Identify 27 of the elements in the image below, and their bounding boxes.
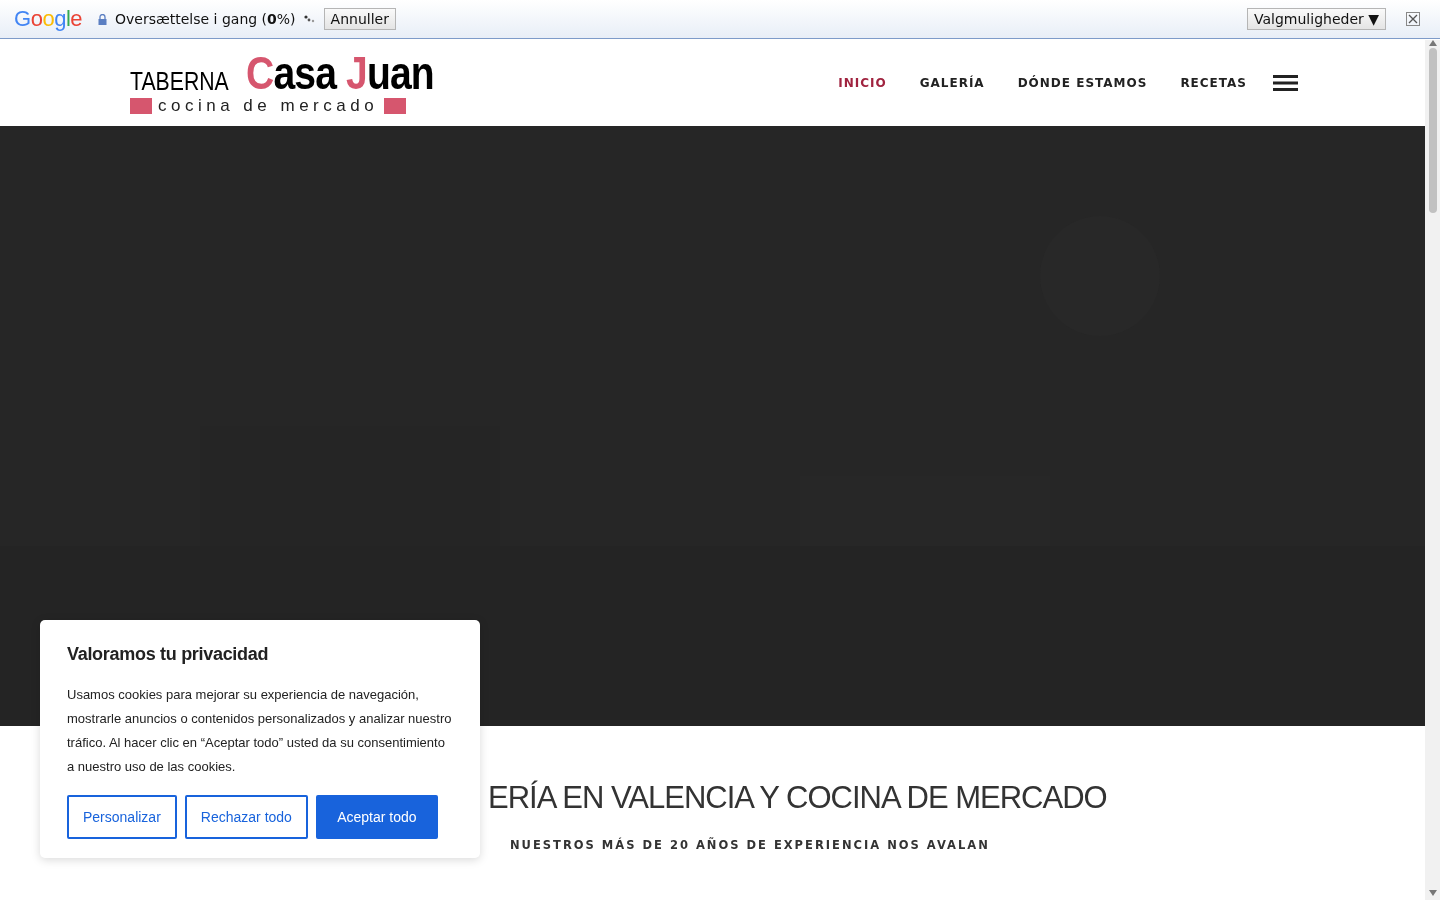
cookie-title: Valoramos tu privacidad [67, 644, 270, 665]
cookie-text: Usamos cookies para mejorar su experiencia de navegación, mostrarle anuncios o contenidos personalizados y analizar nuestro tráfico. Al hacer clic en “Aceptar todo” usted da su consentimiento a nuestro uso de las cookies. [67, 686, 453, 776]
nav-link[interactable]: GALERÍA [919, 76, 985, 90]
google-logo: Google [14, 6, 82, 32]
cookie-button[interactable]: Aceptar todo [315, 795, 438, 839]
logo-text: Casa [246, 50, 337, 96]
spinner-icon [303, 15, 316, 23]
cookie-button[interactable]: Rechazar todo [184, 795, 308, 839]
close-icon[interactable] [1406, 12, 1420, 26]
logo-text: Juan [346, 50, 435, 96]
options-button[interactable]: Valgmuligheder ▼ [1247, 8, 1386, 30]
logo-square [130, 98, 152, 114]
section-subheading: NUESTROS MÁS DE 20 AÑOS DE EXPERIENCIA NOS AVALAN [510, 838, 990, 852]
section-heading: ERÍA EN VALENCIA Y COCINA DE MERCADO [488, 780, 1107, 816]
lock-icon [98, 13, 107, 25]
nav-link[interactable]: DÓNDE ESTAMOS [1017, 76, 1148, 90]
scroll-down-icon[interactable] [1428, 890, 1437, 896]
cancel-button[interactable]: Annuller [323, 8, 396, 30]
logo-tagline: cocina de mercado [158, 96, 379, 116]
scrollbar-thumb[interactable] [1428, 48, 1437, 213]
logo-text: TABERNA [130, 69, 229, 96]
nav-link[interactable]: RECETAS [1180, 76, 1247, 90]
cookie-button[interactable]: Personalizar [67, 795, 177, 839]
menu-icon[interactable] [1273, 75, 1298, 91]
logo-square [384, 98, 407, 114]
translation-status: Oversættelse i gang (0%) [115, 11, 296, 27]
nav-link[interactable]: INICIO [838, 76, 887, 90]
